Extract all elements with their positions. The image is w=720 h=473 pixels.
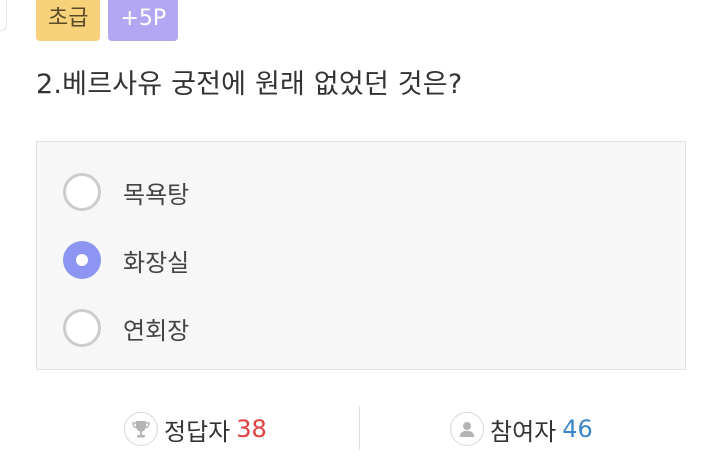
option-label: 화장실 — [123, 248, 190, 277]
person-icon — [450, 412, 484, 446]
participants-label: 참여자 — [490, 417, 557, 446]
option-1[interactable]: 목욕탕 — [63, 171, 189, 213]
option-3[interactable]: 연회장 — [63, 307, 189, 349]
correct-label: 정답자 — [164, 417, 231, 446]
badge-row: 초급 +5P — [36, 0, 179, 41]
points-badge: +5P — [108, 0, 179, 41]
participants-count: 46 — [562, 415, 593, 443]
participants-stat: 참여자 46 — [450, 408, 593, 450]
trophy-icon — [124, 412, 158, 446]
question-title: 2.베르사유 궁전에 원래 없었던 것은? — [36, 69, 463, 100]
option-label: 목욕탕 — [123, 180, 190, 209]
radio-button-selected[interactable] — [63, 241, 101, 279]
correct-stat: 정답자 38 — [124, 408, 267, 450]
left-panel-edge — [0, 0, 7, 31]
radio-button[interactable] — [63, 173, 101, 211]
option-label: 연회장 — [123, 316, 190, 345]
stats-bar: 정답자 38 참여자 46 — [36, 400, 686, 458]
level-badge: 초급 — [36, 0, 101, 41]
options-box: 목욕탕 화장실 연회장 — [36, 141, 686, 370]
stats-divider — [359, 406, 360, 450]
option-2[interactable]: 화장실 — [63, 239, 189, 281]
radio-button[interactable] — [63, 309, 101, 347]
correct-count: 38 — [236, 415, 267, 443]
